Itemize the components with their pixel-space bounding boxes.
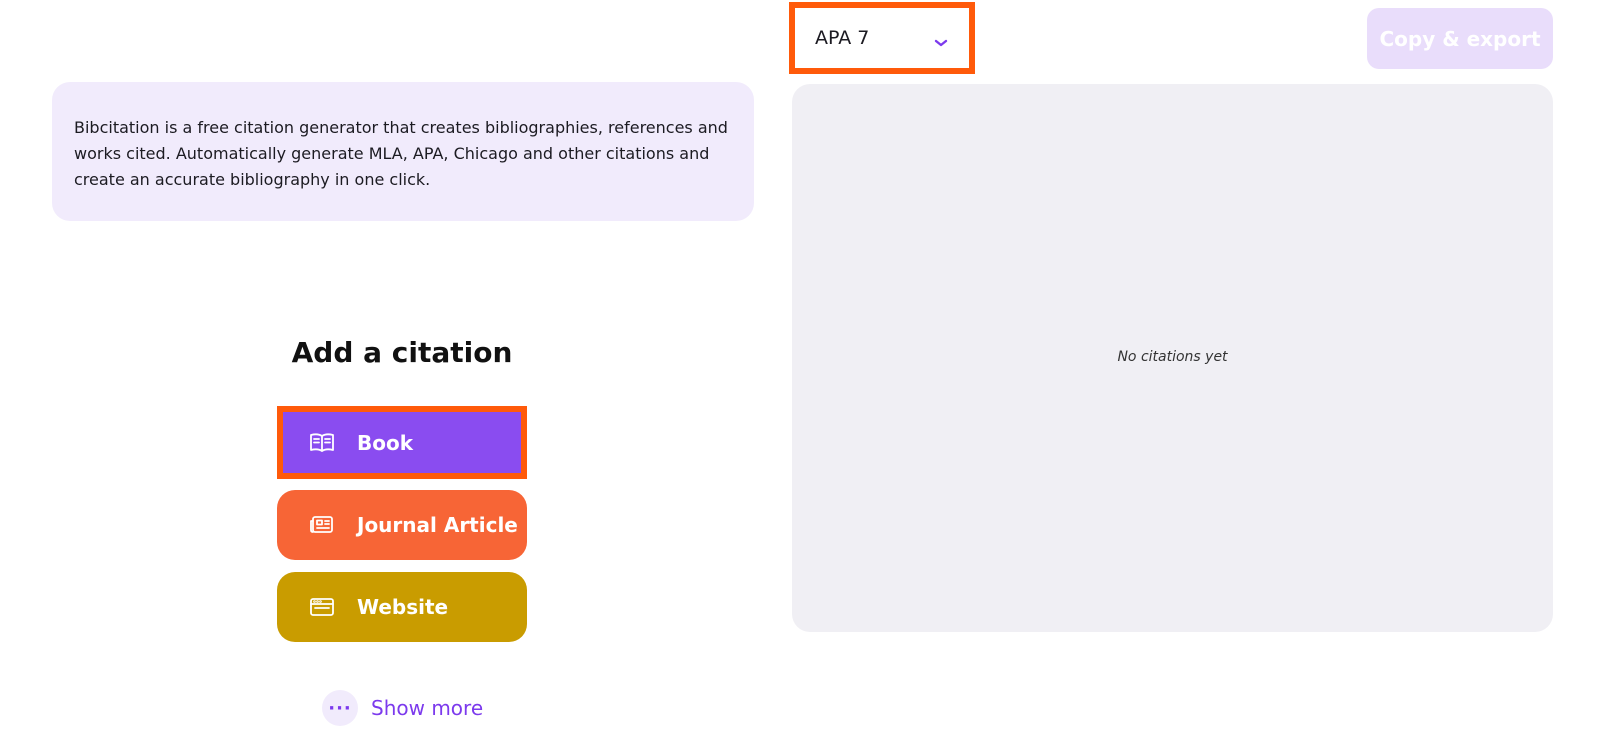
show-more-label: Show more bbox=[371, 696, 484, 720]
citation-generator-page: Bibcitation is a free citation generator… bbox=[0, 0, 1600, 752]
intro-card: Bibcitation is a free citation generator… bbox=[52, 82, 754, 221]
add-citation-title: Add a citation bbox=[291, 336, 513, 369]
website-button-label: Website bbox=[357, 595, 449, 619]
journal-article-button[interactable]: Journal Article bbox=[277, 490, 527, 560]
book-button-label: Book bbox=[357, 430, 414, 455]
intro-text: Bibcitation is a free citation generator… bbox=[74, 118, 728, 189]
website-button[interactable]: Website bbox=[277, 572, 527, 642]
show-more-button[interactable]: ··· Show more bbox=[322, 690, 483, 726]
chevron-down-icon bbox=[933, 33, 949, 47]
newspaper-icon bbox=[309, 514, 335, 536]
citations-panel: No citations yet bbox=[792, 84, 1553, 632]
citation-style-select[interactable]: APA 7 bbox=[789, 2, 975, 74]
citation-style-value: APA 7 bbox=[815, 27, 870, 49]
empty-citations-text: No citations yet bbox=[1117, 349, 1228, 365]
book-icon bbox=[309, 432, 335, 454]
ellipsis-icon: ··· bbox=[322, 690, 358, 726]
browser-window-icon bbox=[309, 596, 335, 618]
copy-export-button[interactable]: Copy & export bbox=[1367, 8, 1553, 69]
journal-article-button-label: Journal Article bbox=[357, 513, 518, 537]
book-button[interactable]: Book bbox=[277, 406, 527, 479]
